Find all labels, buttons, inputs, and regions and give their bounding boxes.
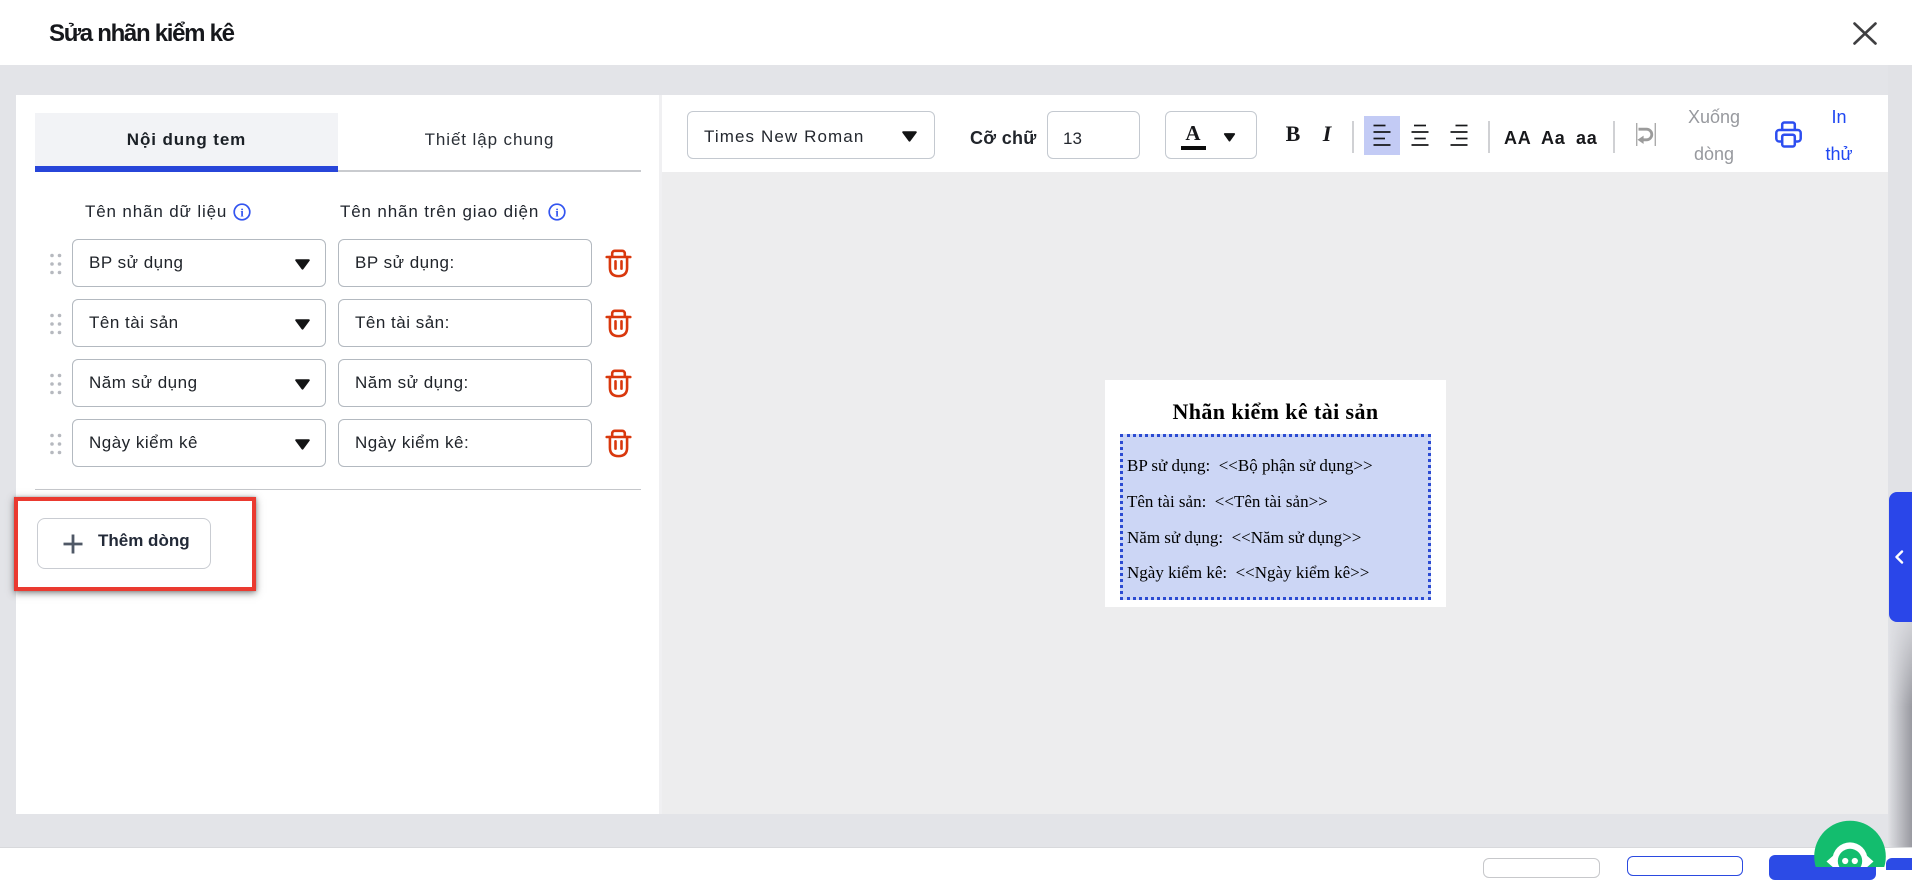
svg-text:i: i xyxy=(240,205,244,219)
svg-text:i: i xyxy=(555,205,559,219)
